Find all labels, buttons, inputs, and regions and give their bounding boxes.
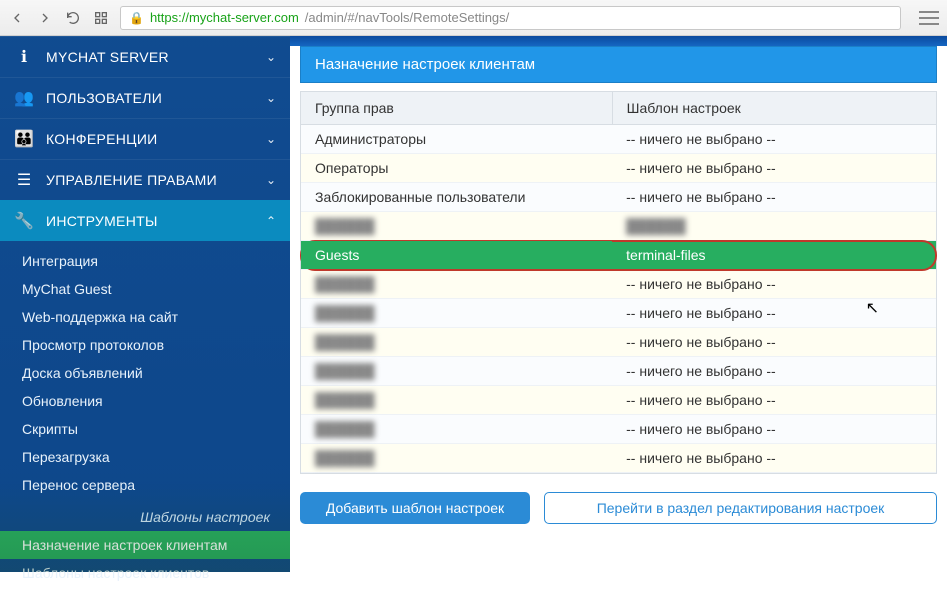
cell-group: Заблокированные пользователи [301, 183, 612, 212]
sub-divider-templates: Шаблоны настроек [22, 499, 290, 531]
groups-icon: 👪 [14, 129, 34, 149]
button-row: Добавить шаблон настроек Перейти в разде… [300, 492, 937, 524]
cell-template: -- ничего не выбрано -- [612, 357, 936, 386]
nav-rights[interactable]: ☰ УПРАВЛЕНИЕ ПРАВАМИ ⌄ [0, 159, 290, 200]
cell-group: ██████ [301, 328, 612, 357]
nav-tools-section: 🔧 ИНСТРУМЕНТЫ ⌃ Интеграция MyChat Guest … [0, 200, 290, 593]
sub-assign-templates[interactable]: Назначение настроек клиентам [0, 531, 290, 559]
cell-template: terminal-files [612, 241, 936, 270]
nav-label: MYCHAT SERVER [46, 49, 254, 65]
table-row[interactable]: ██████-- ничего не выбрано -- [301, 299, 936, 328]
nav-mychat-server[interactable]: ℹ MYCHAT SERVER ⌄ [0, 36, 290, 77]
cell-group: Администраторы [301, 125, 612, 154]
sub-migrate[interactable]: Перенос сервера [22, 471, 290, 499]
chevron-up-icon: ⌃ [266, 214, 276, 228]
url-host: https://mychat-server.com [150, 10, 299, 25]
cell-group: ██████ [301, 212, 612, 241]
table-row[interactable]: Операторы-- ничего не выбрано -- [301, 154, 936, 183]
address-bar[interactable]: 🔒 https://mychat-server.com/admin/#/navT… [120, 6, 901, 30]
cell-group: ██████ [301, 299, 612, 328]
table-row[interactable]: Заблокированные пользователи-- ничего не… [301, 183, 936, 212]
nav-label: УПРАВЛЕНИЕ ПРАВАМИ [46, 172, 254, 188]
chevron-down-icon: ⌄ [266, 173, 276, 187]
sub-client-templates[interactable]: Шаблоны настроек клиентов [22, 559, 290, 587]
sub-web-support[interactable]: Web-поддержка на сайт [22, 303, 290, 331]
info-icon: ℹ [14, 47, 34, 67]
content-area: Назначение настроек клиентам Группа прав… [290, 36, 947, 572]
sidebar: ℹ MYCHAT SERVER ⌄ 👥 ПОЛЬЗОВАТЕЛИ ⌄ 👪 КОН… [0, 36, 290, 572]
sub-updates[interactable]: Обновления [22, 387, 290, 415]
cell-template: -- ничего не выбрано -- [612, 415, 936, 444]
cell-template: -- ничего не выбрано -- [612, 299, 936, 328]
table-row[interactable]: ██████-- ничего не выбрано -- [301, 444, 936, 473]
url-path: /admin/#/navTools/RemoteSettings/ [305, 10, 510, 25]
cell-template: -- ничего не выбрано -- [612, 154, 936, 183]
cell-group: Guests [301, 241, 612, 270]
page-title: Назначение настроек клиентам [300, 46, 937, 83]
add-template-button[interactable]: Добавить шаблон настроек [300, 492, 530, 524]
chevron-down-icon: ⌄ [266, 91, 276, 105]
cell-group: ██████ [301, 415, 612, 444]
nav-tools[interactable]: 🔧 ИНСТРУМЕНТЫ ⌃ [0, 200, 290, 241]
col-header-group[interactable]: Группа прав [301, 92, 612, 125]
table-row[interactable]: ████████████ [301, 212, 936, 241]
sub-mychat-guest[interactable]: MyChat Guest [22, 275, 290, 303]
browser-toolbar: 🔒 https://mychat-server.com/admin/#/navT… [0, 0, 947, 36]
goto-editor-button[interactable]: Перейти в раздел редактирования настроек [544, 492, 937, 524]
sub-protocols[interactable]: Просмотр протоколов [22, 331, 290, 359]
sub-integration[interactable]: Интеграция [22, 247, 290, 275]
nav-label: КОНФЕРЕНЦИИ [46, 131, 254, 147]
table-row[interactable]: ██████-- ничего не выбрано -- [301, 357, 936, 386]
cell-template: -- ничего не выбрано -- [612, 444, 936, 473]
table-row[interactable]: Gueststerminal-files [301, 241, 936, 270]
cell-group: ██████ [301, 444, 612, 473]
table-row[interactable]: ██████-- ничего не выбрано -- [301, 415, 936, 444]
table-row[interactable]: ██████-- ничего не выбрано -- [301, 328, 936, 357]
cell-group: ██████ [301, 270, 612, 299]
cell-group: ██████ [301, 386, 612, 415]
back-button[interactable] [8, 9, 26, 27]
sub-restart[interactable]: Перезагрузка [22, 443, 290, 471]
list-icon: ☰ [14, 170, 34, 190]
settings-table: Группа прав Шаблон настроек Администрато… [301, 92, 936, 473]
cell-template: -- ничего не выбрано -- [612, 386, 936, 415]
forward-button[interactable] [36, 9, 54, 27]
users-icon: 👥 [14, 88, 34, 108]
cell-template: -- ничего не выбрано -- [612, 125, 936, 154]
cell-template: -- ничего не выбрано -- [612, 183, 936, 212]
table-row[interactable]: ██████-- ничего не выбрано -- [301, 386, 936, 415]
nav-label: ПОЛЬЗОВАТЕЛИ [46, 90, 254, 106]
cell-template: -- ничего не выбрано -- [612, 270, 936, 299]
wrench-icon: 🔧 [14, 211, 34, 231]
menu-button[interactable] [919, 11, 939, 25]
sub-board[interactable]: Доска объявлений [22, 359, 290, 387]
chevron-down-icon: ⌄ [266, 50, 276, 64]
table-row[interactable]: ██████-- ничего не выбрано -- [301, 270, 936, 299]
apps-button[interactable] [92, 9, 110, 27]
cell-group: ██████ [301, 357, 612, 386]
col-header-template[interactable]: Шаблон настроек [612, 92, 936, 125]
table-row[interactable]: Администраторы-- ничего не выбрано -- [301, 125, 936, 154]
nav-users[interactable]: 👥 ПОЛЬЗОВАТЕЛИ ⌄ [0, 77, 290, 118]
nav-conferences[interactable]: 👪 КОНФЕРЕНЦИИ ⌄ [0, 118, 290, 159]
lock-icon: 🔒 [129, 11, 144, 25]
nav-label: ИНСТРУМЕНТЫ [46, 213, 254, 229]
settings-table-panel: Группа прав Шаблон настроек Администрато… [300, 91, 937, 474]
cell-template: ██████ [612, 212, 936, 241]
sub-scripts[interactable]: Скрипты [22, 415, 290, 443]
nav-tools-submenu: Интеграция MyChat Guest Web-поддержка на… [0, 241, 290, 593]
reload-button[interactable] [64, 9, 82, 27]
chevron-down-icon: ⌄ [266, 132, 276, 146]
cell-template: -- ничего не выбрано -- [612, 328, 936, 357]
cell-group: Операторы [301, 154, 612, 183]
